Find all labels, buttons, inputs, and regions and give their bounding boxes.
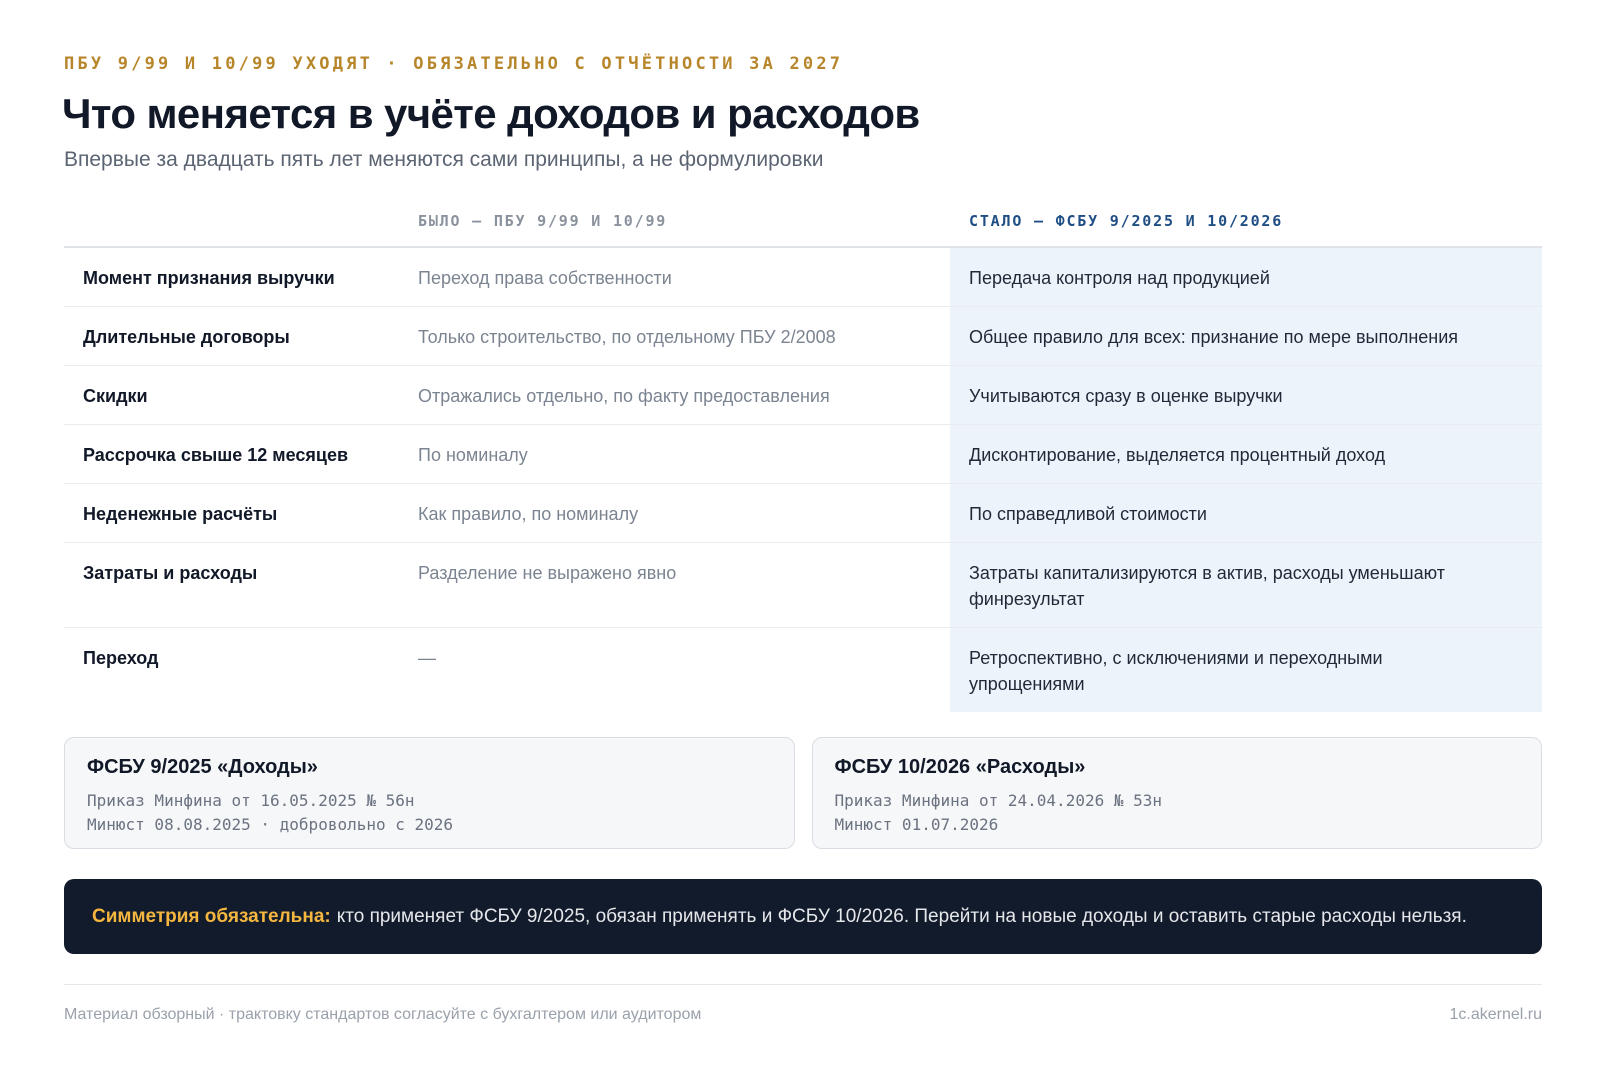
table-row: Неденежные расчёты Как правило, по номин… (64, 484, 1542, 543)
row-new-value: Передача контроля над продукцией (950, 248, 1542, 306)
standards-cards: ФСБУ 9/2025 «Доходы» Приказ Минфина от 1… (64, 737, 1542, 849)
table-header: БЫЛО — ПБУ 9/99 И 10/99 СТАЛО — ФСБУ 9/2… (64, 196, 1542, 248)
table-row: Переход — Ретроспективно, с исключениями… (64, 628, 1542, 712)
table-row: Затраты и расходы Разделение не выражено… (64, 543, 1542, 628)
row-label: Переход (83, 648, 159, 668)
card-registration-line: Минюст 01.07.2026 (834, 815, 999, 834)
card-registration-line: Минюст 08.08.2025 · добровольно с 2026 (87, 815, 454, 834)
row-new-value: Учитываются сразу в оценке выручки (950, 366, 1542, 424)
banner-emphasis: Симметрия обязательна: (92, 905, 331, 927)
row-label: Неденежные расчёты (83, 504, 278, 524)
page: ПБУ 9/99 И 10/99 УХОДЯТ · ОБЯЗАТЕЛЬНО С … (0, 0, 1600, 1076)
table-row: Рассрочка свыше 12 месяцев По номиналу Д… (64, 425, 1542, 484)
row-old-value: Как правило, по номиналу (418, 504, 639, 524)
row-new-value: Затраты капитализируются в актив, расход… (950, 543, 1542, 627)
standard-card-expenses: ФСБУ 10/2026 «Расходы» Приказ Минфина от… (811, 737, 1542, 849)
footer-note: Материал обзорный · трактовку стандартов… (64, 1006, 702, 1023)
row-label: Рассрочка свыше 12 месяцев (83, 445, 349, 465)
card-title: ФСБУ 10/2026 «Расходы» (834, 756, 1086, 778)
card-order-line: Приказ Минфина от 16.05.2025 № 56н (87, 791, 415, 810)
header-old: БЫЛО — ПБУ 9/99 И 10/99 (418, 212, 668, 230)
page-subtitle: Впервые за двадцать пять лет меняются са… (64, 148, 824, 171)
card-order-line: Приказ Минфина от 24.04.2026 № 53н (834, 791, 1163, 810)
table-row: Момент признания выручки Переход права с… (64, 248, 1542, 307)
symmetry-banner: Симметрия обязательна: кто применяет ФСБ… (64, 879, 1542, 954)
row-old-value: Переход права собственности (418, 268, 672, 288)
banner-text: кто применяет ФСБУ 9/2025, обязан примен… (336, 905, 1467, 927)
row-new-value: Дисконтирование, выделяется процентный д… (950, 425, 1542, 483)
row-old-value: Только строительство, по отдельному ПБУ … (418, 327, 836, 347)
row-label: Длительные договоры (83, 327, 290, 347)
standard-card-income: ФСБУ 9/2025 «Доходы» Приказ Минфина от 1… (64, 737, 795, 849)
footer-site-link[interactable]: 1c.akernel.ru (1450, 1006, 1543, 1024)
card-title: ФСБУ 9/2025 «Доходы» (87, 756, 318, 778)
kicker: ПБУ 9/99 И 10/99 УХОДЯТ · ОБЯЗАТЕЛЬНО С … (64, 54, 844, 74)
row-old-value: — (418, 648, 436, 668)
table-row: Скидки Отражались отдельно, по факту пре… (64, 366, 1542, 425)
row-label: Затраты и расходы (83, 563, 258, 583)
row-new-value: Общее правило для всех: признание по мер… (950, 307, 1542, 365)
footer-divider (64, 984, 1542, 985)
page-title: Что меняется в учёте доходов и расходов (62, 90, 920, 137)
header-new: СТАЛО — ФСБУ 9/2025 И 10/2026 (969, 212, 1284, 230)
row-old-value: Отражались отдельно, по факту предоставл… (418, 386, 830, 406)
table-row: Длительные договоры Только строительство… (64, 307, 1542, 366)
row-old-value: По номиналу (418, 445, 528, 465)
row-label: Момент признания выручки (83, 268, 335, 288)
comparison-table: БЫЛО — ПБУ 9/99 И 10/99 СТАЛО — ФСБУ 9/2… (64, 196, 1542, 712)
row-new-value: По справедливой стоимости (950, 484, 1542, 542)
row-new-value: Ретроспективно, с исключениями и переход… (950, 628, 1542, 712)
row-old-value: Разделение не выражено явно (418, 563, 677, 583)
row-label: Скидки (83, 386, 148, 406)
